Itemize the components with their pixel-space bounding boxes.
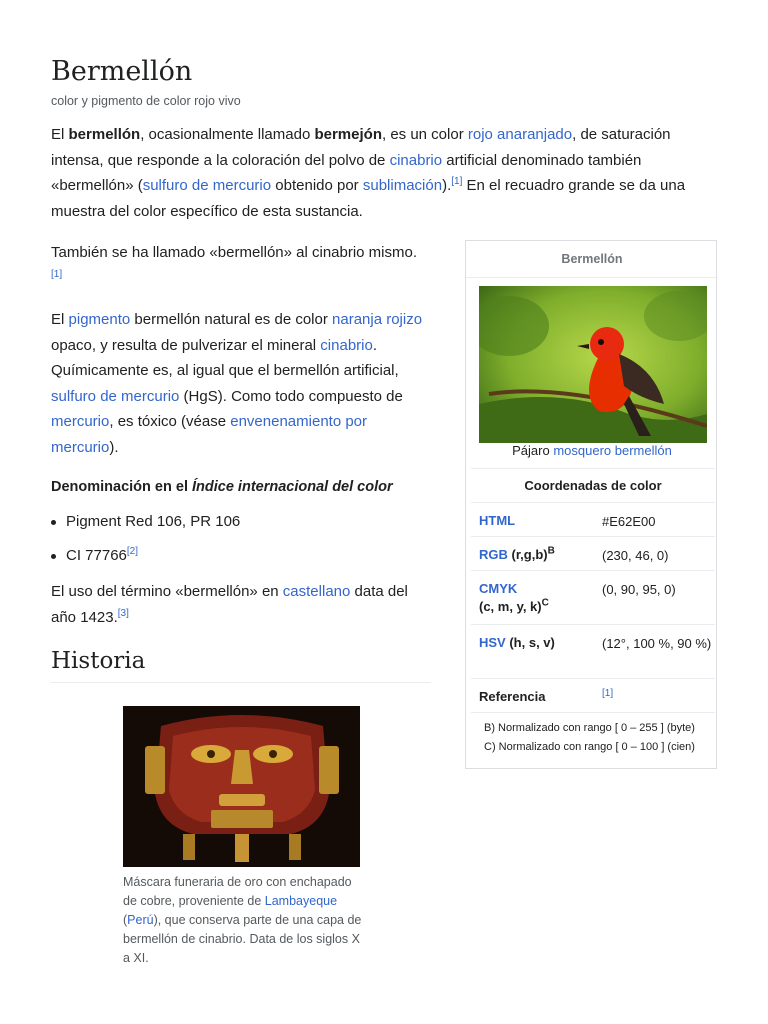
mask-caption: Máscara funeraria de oro con enchapado d…	[123, 875, 362, 965]
paragraph-cinabrio: También se ha llamado «bermellón» al cin…	[51, 244, 418, 280]
link-sulfuro-de-mercurio[interactable]: sulfuro de mercurio	[143, 177, 271, 194]
funerary-mask-image[interactable]	[123, 706, 360, 867]
cmyk-value: (0, 90, 95, 0)	[602, 582, 676, 597]
infobox-row-reference: Referencia [1]	[471, 678, 715, 712]
link-indice-color[interactable]: Índice internacional del color	[192, 479, 393, 495]
reference-link[interactable]: [1]	[602, 688, 613, 699]
link-cinabrio[interactable]: cinabrio	[320, 337, 373, 354]
hsv-value: (12°, 100 %, 90 %)	[602, 636, 712, 651]
infobox-notes: B) Normalizado con rango [ 0 – 255 ] (by…	[484, 719, 695, 757]
link-cmyk[interactable]: CMYK	[479, 581, 517, 596]
note-c: C) Normalizado con rango [ 0 – 100 ] (ci…	[484, 741, 695, 753]
denomination-heading: Denominación en el Índice internacional …	[51, 479, 393, 495]
paragraph-pigmento: El pigmento bermellón natural es de colo…	[51, 311, 423, 456]
infobox-row-cmyk: CMYK (c, m, y, k)C (0, 90, 95, 0)	[471, 570, 715, 624]
reference-link[interactable]: [1]	[51, 269, 62, 280]
link-lambayeque[interactable]: Lambayeque	[265, 894, 337, 908]
section-heading-historia: Historia	[51, 648, 431, 683]
link-html[interactable]: HTML	[479, 513, 515, 528]
link-mosquero-bermellon[interactable]: mosquero bermellón	[553, 443, 672, 458]
page-subtitle: color y pigmento de color rojo vivo	[51, 94, 241, 108]
infobox-row-html: HTML #E62E00	[471, 502, 715, 536]
link-rojo-anaranjado[interactable]: rojo anaranjado	[468, 126, 572, 143]
intro-paragraph: El bermellón, ocasionalmente llamado ber…	[51, 126, 686, 220]
link-mercurio[interactable]: mercurio	[51, 413, 109, 430]
bird-image[interactable]	[479, 286, 707, 443]
page-title: Bermellón	[51, 56, 193, 87]
color-coordinates-heading: Coordenadas de color	[471, 468, 715, 502]
link-sublimacion[interactable]: sublimación	[363, 177, 442, 194]
note-b: B) Normalizado con rango [ 0 – 255 ] (by…	[484, 722, 695, 734]
list-item: Pigment Red 106, PR 106	[51, 509, 240, 543]
reference-link[interactable]: [2]	[127, 546, 138, 557]
infobox: Bermellón Pájaro mosquero bermellón Coor…	[465, 240, 718, 769]
reference-link[interactable]: [1]	[451, 176, 462, 187]
link-hsv[interactable]: HSV	[479, 635, 506, 650]
paragraph-uso: El uso del término «bermellón» en castel…	[51, 583, 408, 626]
reference-link[interactable]: [3]	[118, 608, 129, 619]
reference-label: Referencia	[479, 689, 546, 704]
html-value: #E62E00	[602, 514, 656, 529]
link-castellano[interactable]: castellano	[283, 583, 351, 600]
link-peru[interactable]: Perú	[127, 913, 153, 927]
denomination-list: Pigment Red 106, PR 106 CI 77766[2]	[51, 509, 240, 577]
link-sulfuro-de-mercurio[interactable]: sulfuro de mercurio	[51, 388, 179, 405]
link-cinabrio[interactable]: cinabrio	[390, 152, 443, 169]
list-item: CI 77766[2]	[51, 543, 240, 577]
rgb-value: (230, 46, 0)	[602, 548, 669, 563]
link-naranja-rojizo[interactable]: naranja rojizo	[332, 311, 422, 328]
link-rgb[interactable]: RGB	[479, 547, 508, 562]
infobox-title: Bermellón	[466, 241, 718, 278]
infobox-row-hsv: HSV (h, s, v) (12°, 100 %, 90 %)	[471, 624, 715, 678]
infobox-divider	[471, 712, 715, 713]
infobox-row-rgb: RGB (r,g,b)B (230, 46, 0)	[471, 536, 715, 570]
link-pigmento[interactable]: pigmento	[69, 311, 131, 328]
bird-image-caption: Pájaro mosquero bermellón	[512, 443, 672, 458]
